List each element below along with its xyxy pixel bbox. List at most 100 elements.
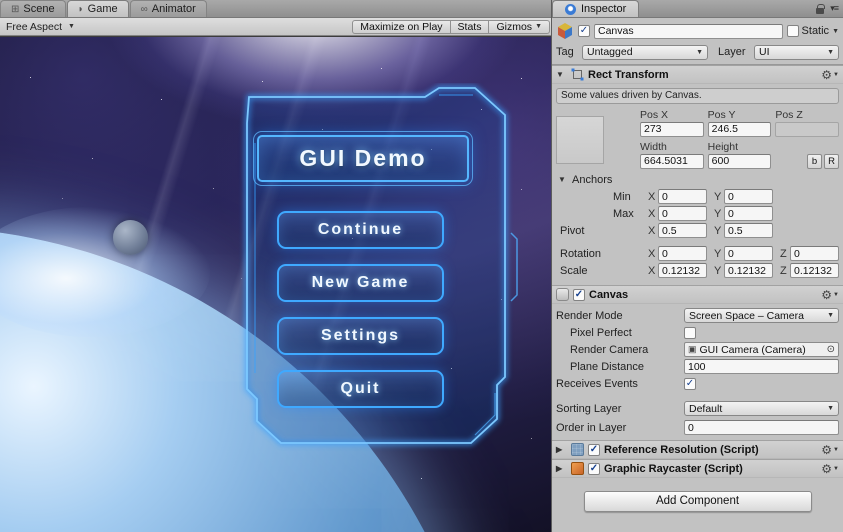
chevron-down-icon: ▼ — [827, 48, 834, 56]
scene-grid-icon: ⊞ — [11, 3, 20, 15]
anchor-min-x-field[interactable] — [658, 189, 707, 204]
object-picker-icon[interactable]: ⊙ — [827, 344, 835, 355]
anchors-foldout[interactable]: ▼ Anchors — [556, 174, 648, 186]
settings-button[interactable]: Settings — [277, 317, 444, 355]
static-toggle[interactable]: Static ▼ — [786, 25, 839, 37]
y-axis-label: Y — [714, 264, 722, 277]
scale-y-field[interactable] — [724, 263, 773, 278]
pos-z-field[interactable] — [775, 121, 839, 137]
gear-icon[interactable]: ⚙ ▼ — [821, 288, 839, 302]
plane-distance-field[interactable] — [684, 359, 839, 374]
sorting-layer-value: Default — [689, 402, 723, 415]
game-controller-icon: ◗ — [77, 3, 84, 15]
render-camera-value: GUI Camera (Camera) — [699, 343, 806, 356]
continue-button[interactable]: Continue — [277, 211, 444, 249]
width-field[interactable] — [640, 153, 704, 169]
gear-icon[interactable]: ⚙ ▼ — [821, 462, 839, 476]
maximize-on-play-label: Maximize on Play — [360, 20, 443, 33]
lock-icon[interactable] — [816, 3, 826, 14]
rotation-x-field[interactable] — [658, 246, 707, 261]
aspect-ratio-dropdown[interactable]: Free Aspect ▼ — [1, 20, 121, 34]
pixel-perfect-checkbox[interactable] — [684, 326, 696, 339]
settings-label: Settings — [320, 327, 401, 344]
gear-icon[interactable]: ⚙ ▼ — [821, 68, 839, 82]
canvas-component-body: Render Mode Screen Space – Camera ▼ Pixe… — [552, 304, 843, 440]
scale-z-field[interactable] — [790, 263, 839, 278]
tag-dropdown[interactable]: Untagged ▼ — [582, 44, 708, 60]
stats-button[interactable]: Stats — [450, 19, 490, 34]
z-axis-label: Z — [780, 247, 787, 260]
receives-events-checkbox[interactable] — [684, 377, 696, 390]
tab-scene-label: Scene — [23, 3, 55, 15]
rect-transform-title: Rect Transform — [588, 68, 669, 81]
anchor-max-x-field[interactable] — [658, 206, 707, 221]
tab-animator[interactable]: ∞ Animator — [129, 0, 207, 17]
menu-title: GUI Demo — [253, 131, 473, 186]
render-mode-dropdown[interactable]: Screen Space – Camera ▼ — [684, 308, 839, 323]
blueprint-mode-button[interactable]: b — [807, 153, 822, 169]
game-toolbar-buttons: Maximize on Play Stats Gizmos ▼ — [352, 19, 550, 34]
rect-transform-header[interactable]: ▼ Rect Transform ⚙ ▼ — [552, 65, 843, 84]
raw-edit-mode-button[interactable]: R — [824, 153, 839, 169]
graphic-raycaster-checkbox[interactable] — [588, 462, 600, 475]
scale-x-field[interactable] — [658, 263, 707, 278]
pos-y-field[interactable] — [707, 121, 772, 137]
anchor-min-y-field[interactable] — [724, 189, 773, 204]
context-menu-icon[interactable]: ▾≡ — [830, 3, 839, 14]
graphic-raycaster-header[interactable]: ▶ Graphic Raycaster (Script) ⚙▼ — [552, 459, 843, 478]
pivot-x-field[interactable] — [658, 223, 707, 238]
anchor-preview-widget[interactable] — [556, 116, 604, 164]
tab-inspector[interactable]: Inspector — [552, 0, 640, 17]
maximize-on-play-button[interactable]: Maximize on Play — [352, 19, 451, 34]
chevron-down-icon: ▼ — [696, 48, 703, 56]
rotation-y-field[interactable] — [724, 246, 773, 261]
height-field[interactable] — [707, 153, 772, 169]
pixel-perfect-label: Pixel Perfect — [570, 326, 632, 339]
scene-game-pane: ⊞ Scene ◗ Game ∞ Animator Free Aspect ▼ … — [0, 0, 551, 532]
menu-title-text: GUI Demo — [299, 145, 427, 171]
add-component-button[interactable]: Add Component — [583, 491, 812, 512]
graphic-raycaster-title: Graphic Raycaster (Script) — [604, 462, 743, 475]
foldout-icon[interactable]: ▶ — [556, 445, 567, 454]
rotation-z-field[interactable] — [790, 246, 839, 261]
driven-values-helpbox: Some values driven by Canvas. — [556, 88, 839, 104]
active-checkbox[interactable] — [578, 25, 590, 37]
gameobject-name-field[interactable] — [594, 23, 783, 39]
gizmos-dropdown[interactable]: Gizmos ▼ — [489, 19, 550, 34]
render-camera-object-field[interactable]: ▣ GUI Camera (Camera) ⊙ — [684, 342, 839, 357]
anchors-min-row: Min X Y — [556, 188, 839, 205]
chevron-down-icon: ▼ — [535, 23, 542, 30]
layer-dropdown[interactable]: UI ▼ — [754, 44, 839, 60]
anchor-max-y-field[interactable] — [724, 206, 773, 221]
sorting-layer-dropdown[interactable]: Default ▼ — [684, 401, 839, 416]
foldout-icon[interactable]: ▼ — [556, 70, 567, 79]
tab-scene[interactable]: ⊞ Scene — [0, 0, 66, 17]
layer-label: Layer — [718, 46, 746, 58]
reference-resolution-checkbox[interactable] — [588, 443, 600, 456]
sorting-layer-label: Sorting Layer — [556, 402, 622, 415]
canvas-enabled-checkbox[interactable] — [573, 288, 585, 301]
static-dropdown-icon[interactable]: ▼ — [832, 28, 839, 35]
pos-x-field[interactable] — [640, 121, 704, 137]
tab-game[interactable]: ◗ Game — [66, 0, 129, 17]
x-axis-label: X — [648, 224, 656, 237]
static-checkbox[interactable] — [786, 25, 799, 37]
y-axis-label: Y — [714, 207, 722, 220]
pivot-y-field[interactable] — [724, 223, 773, 238]
inspector-tabbar: Inspector ▾≡ — [552, 0, 843, 18]
order-in-layer-field[interactable] — [684, 420, 839, 435]
continue-label: Continue — [317, 221, 404, 238]
render-mode-value: Screen Space – Camera — [689, 309, 804, 322]
new-game-button[interactable]: New Game — [277, 264, 444, 302]
gear-icon[interactable]: ⚙ ▼ — [821, 443, 839, 457]
chevron-down-icon: ▼ — [827, 405, 834, 412]
stats-label: Stats — [457, 20, 482, 33]
chevron-down-icon: ▼ — [827, 312, 834, 319]
rotation-label: Rotation — [560, 247, 601, 260]
graphic-raycaster-icon — [571, 462, 584, 475]
view-tabbar: ⊞ Scene ◗ Game ∞ Animator — [0, 0, 551, 18]
foldout-icon[interactable]: ▶ — [556, 464, 567, 473]
reference-resolution-header[interactable]: ▶ Reference Resolution (Script) ⚙▼ — [552, 440, 843, 459]
quit-button[interactable]: Quit — [277, 370, 444, 408]
canvas-component-header[interactable]: Canvas ⚙▼ — [552, 285, 843, 304]
